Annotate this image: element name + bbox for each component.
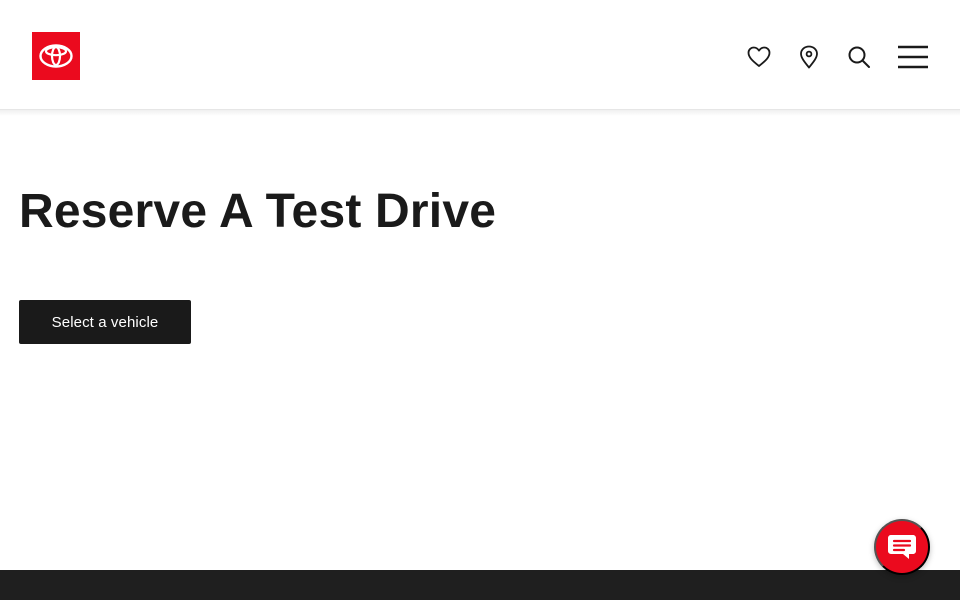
search-button[interactable]: [842, 40, 876, 74]
search-icon: [848, 46, 870, 68]
hamburger-menu-icon: [898, 45, 928, 69]
location-pin-icon: [800, 45, 818, 69]
toyota-logo[interactable]: [32, 32, 80, 80]
heart-icon: [747, 46, 771, 67]
header-divider: [0, 110, 960, 116]
chat-bubble-icon: [888, 535, 916, 559]
toyota-logo-icon: [39, 44, 73, 68]
header-actions: [742, 40, 930, 74]
menu-button[interactable]: [896, 40, 930, 74]
site-header: [0, 0, 960, 110]
site-footer: [0, 570, 960, 600]
select-vehicle-button[interactable]: Select a vehicle: [19, 300, 191, 344]
page-title: Reserve A Test Drive: [19, 185, 497, 238]
location-button[interactable]: [792, 40, 826, 74]
chat-button[interactable]: [874, 519, 930, 575]
favorites-button[interactable]: [742, 40, 776, 74]
page: Reserve A Test Drive Select a vehicle: [0, 0, 960, 600]
main-content: Reserve A Test Drive Select a vehicle: [19, 182, 496, 344]
